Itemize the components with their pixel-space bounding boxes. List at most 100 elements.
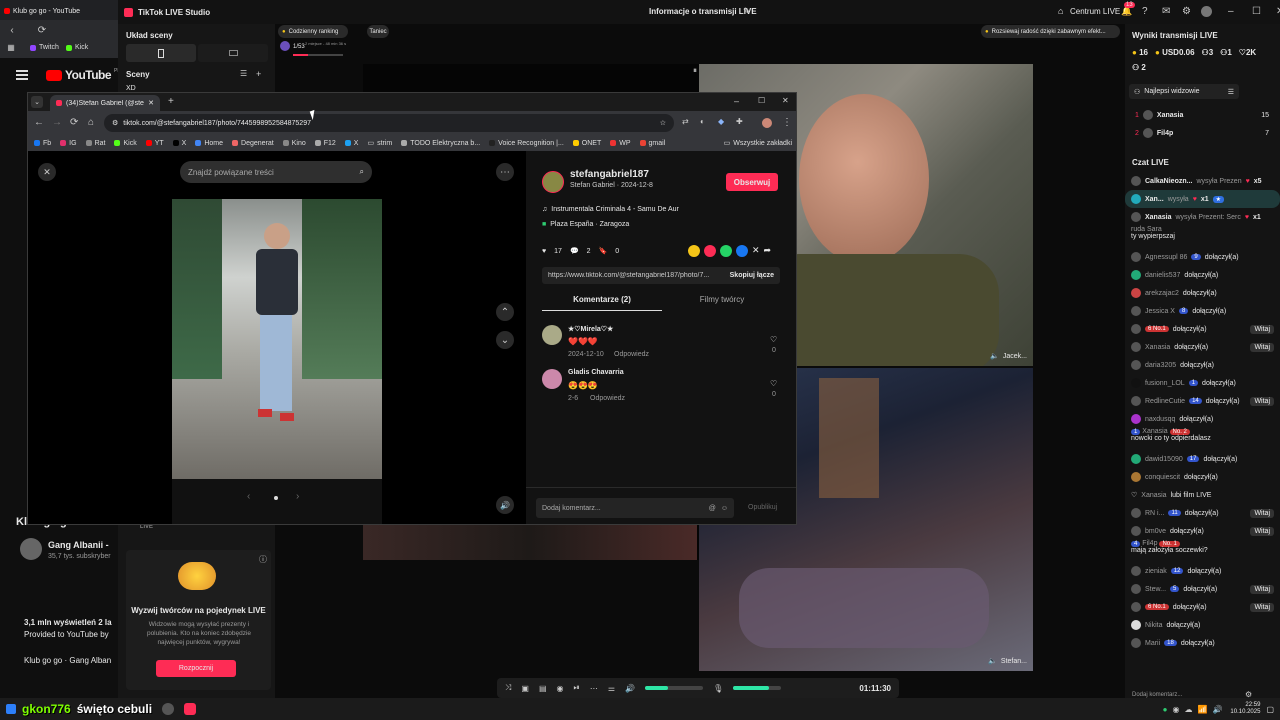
all-bookmarks[interactable]: ▭ Wszystkie zakładki bbox=[724, 139, 792, 148]
address-bar[interactable]: ⚙ tiktok.com/@stefangabriel187/photo/744… bbox=[104, 114, 674, 132]
shuffle-icon[interactable]: ⤨ bbox=[505, 683, 511, 693]
bookmark-x2[interactable]: X bbox=[344, 140, 358, 147]
chat-message[interactable]: ♡ Xanasia lubi film LIVE bbox=[1125, 486, 1280, 504]
reload-icon[interactable]: ⟳ bbox=[70, 117, 78, 128]
search-icon[interactable]: ⌕ bbox=[360, 167, 364, 177]
crop-icon[interactable]: ▤ bbox=[539, 684, 547, 693]
back-icon[interactable]: ← bbox=[34, 117, 44, 128]
emoji-icon[interactable]: ☺ bbox=[721, 505, 728, 512]
layout-portrait-button[interactable] bbox=[126, 44, 196, 62]
bookmark-f12[interactable]: F12 bbox=[314, 140, 336, 147]
extension-2-icon[interactable]: ◐ bbox=[700, 117, 705, 126]
chrome-tab[interactable]: (34)Stefan Gabriel (@stefa... ✕ bbox=[50, 95, 160, 111]
start-icon[interactable] bbox=[6, 704, 16, 714]
extension-icon[interactable]: ⇄ bbox=[682, 117, 689, 126]
bookmark-yt[interactable]: YT bbox=[145, 140, 164, 147]
layout-icon[interactable]: ▣ bbox=[521, 684, 529, 693]
speaker-icon[interactable]: 🔊 bbox=[625, 684, 635, 693]
chat-message[interactable]: Xanasia wysyła Prezent: Serc ♥ x1 bbox=[1125, 208, 1280, 226]
chrome-close-icon[interactable]: ✕ bbox=[782, 96, 789, 105]
top-viewer-row[interactable]: 1 Xanasia 15 bbox=[1129, 106, 1275, 124]
gear-icon[interactable]: ⚙ bbox=[1182, 6, 1191, 17]
sound-icon[interactable]: 🔊 bbox=[496, 496, 514, 514]
chat-message[interactable]: Stew... 5 dołączył(a) Witaj bbox=[1125, 580, 1280, 598]
reply-button[interactable]: Odpowiedz bbox=[590, 395, 625, 402]
author-username[interactable]: stefangabriel187 bbox=[570, 169, 649, 180]
chat-message[interactable]: 6 No.1 dołączył(a) Witaj bbox=[1125, 320, 1280, 338]
chat-message[interactable]: 1 Xanasia No. 2 nowcki co ty odpierdalasz bbox=[1125, 428, 1280, 450]
author-avatar[interactable] bbox=[542, 171, 564, 193]
mention-icon[interactable]: @ bbox=[709, 505, 716, 512]
chat-message[interactable]: RedlineCutie 14 dołączył(a) Witaj bbox=[1125, 392, 1280, 410]
chrome-minimize-icon[interactable]: – bbox=[734, 96, 739, 106]
share-icon[interactable]: ➦ bbox=[764, 245, 772, 257]
youtube-tab[interactable]: Klub go go - YouTube bbox=[4, 4, 114, 18]
comment-like-icon[interactable]: ♡ bbox=[770, 379, 777, 388]
chat-message[interactable]: Jessica X 8 dołączył(a) bbox=[1125, 302, 1280, 320]
info-icon[interactable]: ⓘ bbox=[259, 554, 267, 565]
like-icon[interactable]: ♥ bbox=[542, 248, 546, 255]
apps-icon[interactable]: ▦ bbox=[6, 42, 16, 52]
back-icon[interactable]: ‹ bbox=[6, 24, 18, 36]
share-embed-icon[interactable] bbox=[688, 245, 700, 257]
edit-icon[interactable]: ✎ bbox=[743, 6, 751, 17]
bookmark-strim[interactable]: ▭ strim bbox=[367, 139, 392, 148]
mic-icon[interactable]: 🎙 bbox=[713, 684, 723, 693]
chat-message[interactable]: Agnessupl 86 9 dołączył(a) bbox=[1125, 248, 1280, 266]
close-icon[interactable]: ✕ bbox=[1276, 6, 1280, 17]
tab-comments[interactable]: Komentarze (2) bbox=[542, 295, 662, 311]
chat-message[interactable]: Xanasia dołączył(a) Witaj bbox=[1125, 338, 1280, 356]
site-info-icon[interactable]: ⚙ bbox=[112, 119, 118, 127]
comment-input[interactable]: Dodaj komentarz... @ ☺ bbox=[536, 498, 734, 518]
pause-icon[interactable]: ⏯ bbox=[574, 683, 580, 693]
chat-message[interactable]: danielis537 dołączył(a) bbox=[1125, 266, 1280, 284]
bookmark-kick[interactable]: Kick bbox=[66, 44, 88, 51]
dance-chip[interactable]: Taniec bbox=[367, 25, 389, 38]
reload-icon[interactable]: ⟳ bbox=[36, 24, 48, 36]
layout-landscape-button[interactable] bbox=[198, 44, 268, 62]
top-viewer-row[interactable]: 2 Fil4p 7 bbox=[1129, 124, 1275, 142]
tab-creator-videos[interactable]: Filmy twórcy bbox=[662, 295, 782, 311]
obs-icon[interactable] bbox=[162, 703, 175, 715]
post-comment-button[interactable]: Opublikuj bbox=[748, 504, 777, 511]
prev-photo-icon[interactable]: ‹ bbox=[247, 491, 250, 502]
bookmark-fb[interactable]: Fb bbox=[34, 140, 51, 147]
next-post-icon[interactable]: ⌄ bbox=[496, 331, 514, 349]
notifications-icon[interactable]: ▢ bbox=[1266, 705, 1274, 714]
chat-message[interactable]: RN i... 11 dołączył(a) Witaj bbox=[1125, 504, 1280, 522]
chat-message[interactable]: Nikita dołączył(a) bbox=[1125, 616, 1280, 634]
ranking-chip[interactable]: ● Codzienny ranking bbox=[278, 25, 348, 38]
bookmark-rat[interactable]: Rat bbox=[85, 140, 105, 147]
reply-button[interactable]: Odpowiedz bbox=[614, 351, 649, 358]
maximize-icon[interactable]: ☐ bbox=[1252, 6, 1261, 17]
tab-close-icon[interactable]: ✕ bbox=[148, 99, 154, 107]
chat-message[interactable]: conquiescit dołączył(a) bbox=[1125, 468, 1280, 486]
help-icon[interactable]: ? bbox=[1142, 6, 1148, 17]
bookmark-x[interactable]: X bbox=[172, 140, 186, 147]
profile-avatar[interactable] bbox=[762, 118, 772, 128]
bookmark-home[interactable]: Home bbox=[195, 140, 223, 147]
preview-toggle-icon[interactable]: ⏸ bbox=[693, 66, 697, 76]
related-search-input[interactable]: Znajdź powiązane treści ⌕ bbox=[180, 161, 372, 183]
chat-message[interactable]: zieniak 12 dołączył(a) bbox=[1125, 562, 1280, 580]
forward-icon[interactable]: → bbox=[52, 117, 62, 128]
bookmark-ig[interactable]: IG bbox=[60, 140, 77, 147]
chat-message[interactable]: daria3205 dołączył(a) bbox=[1125, 356, 1280, 374]
close-viewer-icon[interactable]: ✕ bbox=[38, 163, 56, 181]
chat-message[interactable]: arekzajac2 dołączył(a) bbox=[1125, 284, 1280, 302]
home-icon[interactable]: ⌂ bbox=[88, 117, 94, 128]
centrum-live-button[interactable]: Centrum LIVE bbox=[1070, 7, 1120, 16]
scene-item[interactable]: XD bbox=[126, 85, 136, 92]
bookmark-kino[interactable]: Kino bbox=[282, 140, 306, 147]
follow-button[interactable]: Obserwuj bbox=[726, 173, 778, 191]
record-icon[interactable]: ◉ bbox=[557, 684, 564, 693]
stream-info-title[interactable]: Informacje o transmisji LIVE bbox=[649, 7, 757, 16]
settings-icon[interactable]: ⚙ bbox=[1245, 690, 1252, 698]
commenter-avatar[interactable] bbox=[542, 325, 562, 345]
more-icon[interactable]: ⋯ bbox=[590, 684, 598, 693]
speaker-slider[interactable] bbox=[645, 686, 704, 690]
chrome-maximize-icon[interactable]: ☐ bbox=[758, 96, 765, 105]
channel-name[interactable]: Gang Albanii - bbox=[48, 540, 109, 550]
chat-message[interactable]: fusionn_LOL 1 dołączył(a) bbox=[1125, 374, 1280, 392]
copy-link-button[interactable]: Skopiuj łącze bbox=[724, 272, 774, 279]
